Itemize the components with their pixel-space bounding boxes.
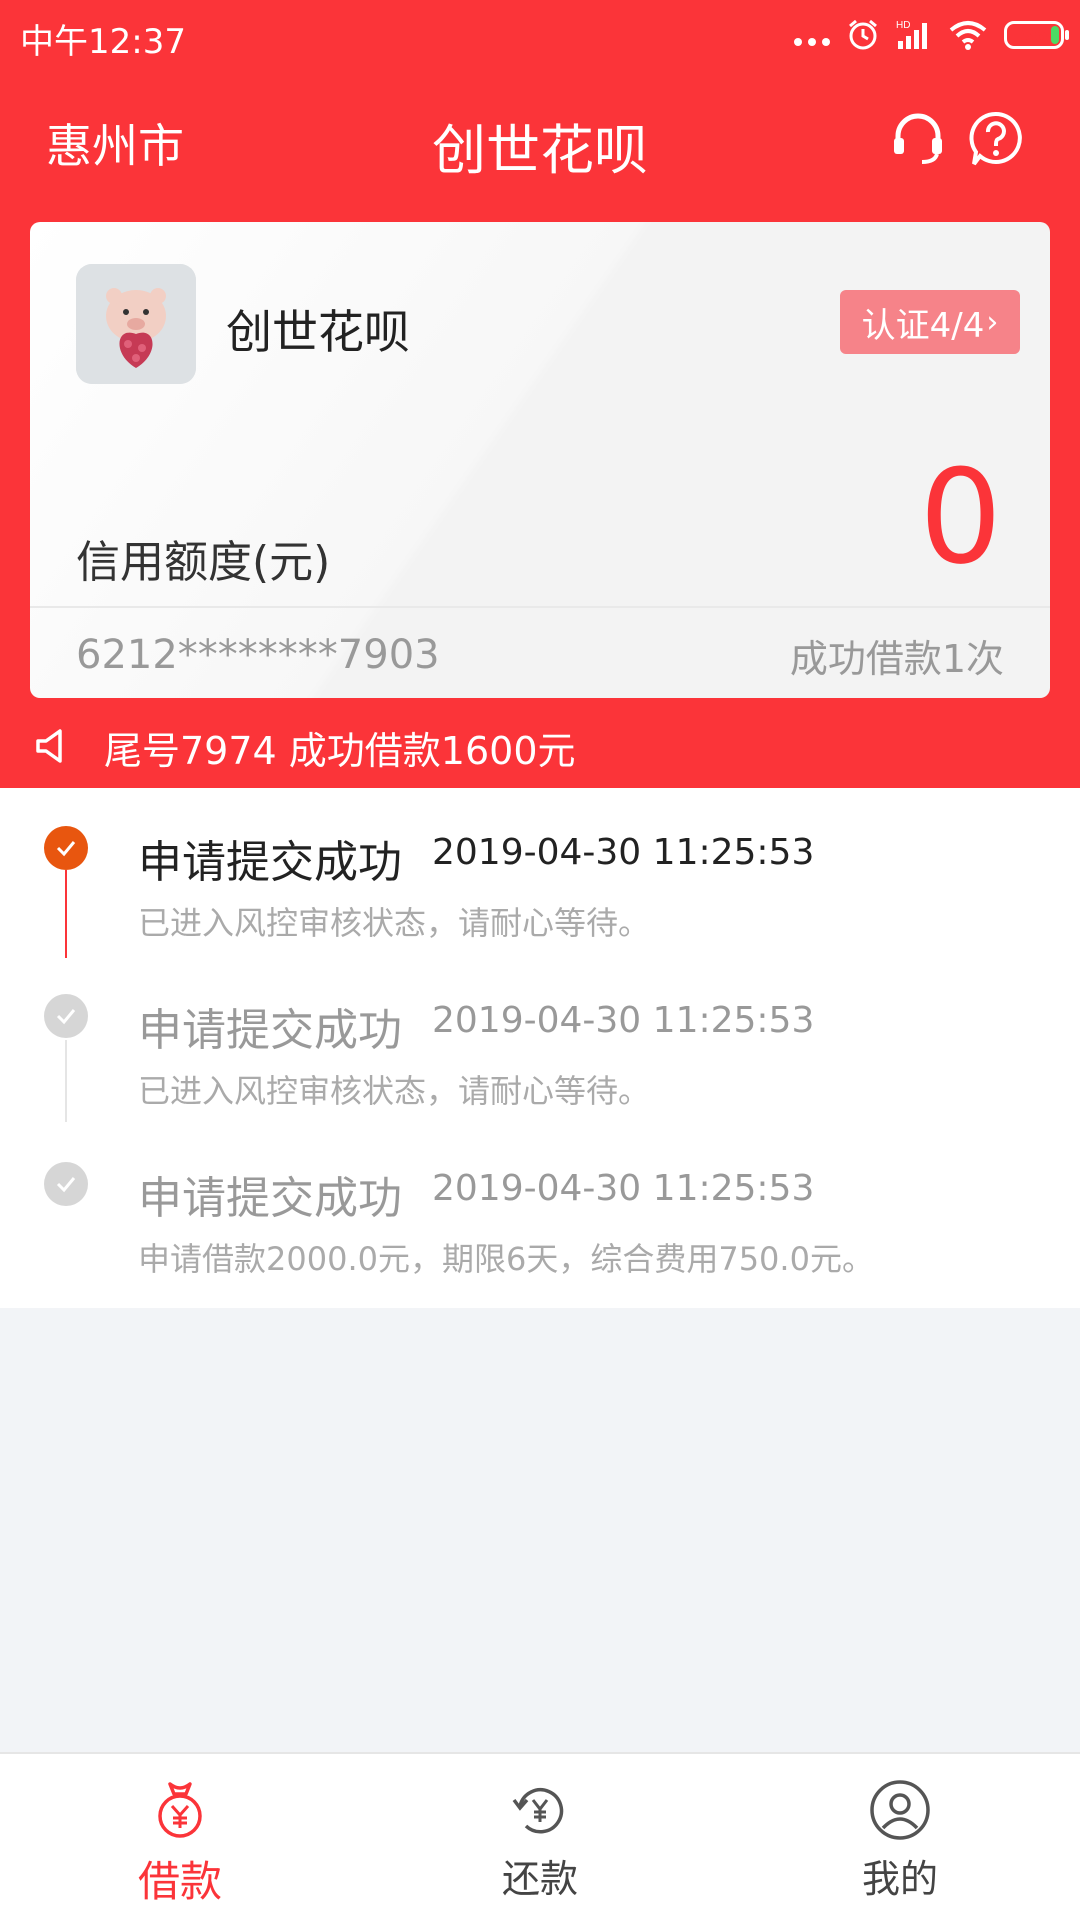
timeline-item: 申请提交成功 2019-04-30 11:25:53 申请借款2000.0元，期… — [0, 1124, 1080, 1284]
signal-icon: HD — [896, 20, 927, 49]
chevron-right-icon: › — [986, 304, 999, 340]
nav-item-borrow[interactable]: 借款 — [0, 1754, 360, 1922]
check-icon — [44, 826, 88, 870]
check-icon — [44, 1162, 88, 1206]
timeline-title: 申请提交成功 — [138, 1173, 402, 1224]
app-header: 惠州市 创世花呗 — [0, 74, 1080, 204]
notice-bar: 尾号7974 成功借款1600元 — [0, 698, 1080, 788]
timeline-item: 申请提交成功 2019-04-30 11:25:53 已进入风控审核状态，请耐心… — [0, 788, 1080, 948]
nav-label: 我的 — [861, 1857, 938, 1901]
timeline-desc: 已进入风控审核状态，请耐心等待。 — [138, 904, 651, 942]
timeline-time: 2019-04-30 11:25:53 — [432, 1000, 815, 1041]
timeline-item: 申请提交成功 2019-04-30 11:25:53 已进入风控审核状态，请耐心… — [0, 956, 1080, 1116]
status-time: 中午12:37 — [20, 22, 186, 62]
nav-label: 借款 — [137, 1857, 222, 1906]
status-icons: HD 36 — [794, 18, 1069, 52]
credit-card-panel: 创世花呗 认证4/4 › 信用额度(元) 0 6212********7903 … — [30, 222, 1050, 698]
alarm-icon — [849, 19, 877, 50]
timeline-desc: 申请借款2000.0元，期限6天，综合费用750.0元。 — [138, 1240, 874, 1278]
status-bar: 中午12:37 HD 36 — [0, 0, 1080, 74]
speaker-icon — [36, 729, 62, 763]
nav-label: 还款 — [501, 1857, 578, 1901]
user-icon — [870, 1780, 930, 1840]
nav-item-repay[interactable]: 还款 — [360, 1754, 720, 1922]
card-app-name: 创世花呗 — [226, 305, 410, 359]
repay-icon — [512, 1788, 564, 1834]
nav-item-mine[interactable]: 我的 — [720, 1754, 1080, 1922]
svg-text:HD: HD — [896, 20, 910, 31]
bottom-nav: 借款 还款 我的 — [0, 1752, 1080, 1922]
timeline-title: 申请提交成功 — [138, 837, 402, 888]
money-bag-icon — [158, 1782, 202, 1838]
loan-success-count: 成功借款1次 — [789, 637, 1004, 681]
credit-limit-value: 0 — [919, 441, 1002, 593]
auth-badge-label: 认证4/4 — [861, 305, 985, 346]
divider — [30, 606, 1050, 608]
battery-icon: 36 — [1004, 21, 1069, 49]
timeline-title: 申请提交成功 — [138, 1005, 402, 1056]
application-timeline: 申请提交成功 2019-04-30 11:25:53 已进入风控审核状态，请耐心… — [0, 788, 1080, 1308]
bank-card-number: 6212********7903 — [76, 632, 440, 678]
timeline-time: 2019-04-30 11:25:53 — [432, 1168, 815, 1209]
avatar — [76, 264, 196, 384]
auth-status-button[interactable]: 认证4/4 › — [840, 290, 1020, 354]
battery-level: 36 — [1020, 23, 1048, 47]
timeline-desc: 已进入风控审核状态，请耐心等待。 — [138, 1072, 651, 1110]
headset-icon[interactable] — [888, 108, 948, 168]
more-dots-icon — [794, 18, 830, 52]
check-icon — [44, 994, 88, 1038]
credit-limit-label: 信用额度(元) — [76, 537, 331, 588]
notice-text: 尾号7974 成功借款1600元 — [104, 729, 576, 773]
wifi-icon — [949, 21, 987, 50]
help-icon[interactable] — [966, 108, 1026, 168]
timeline-time: 2019-04-30 11:25:53 — [432, 832, 815, 873]
